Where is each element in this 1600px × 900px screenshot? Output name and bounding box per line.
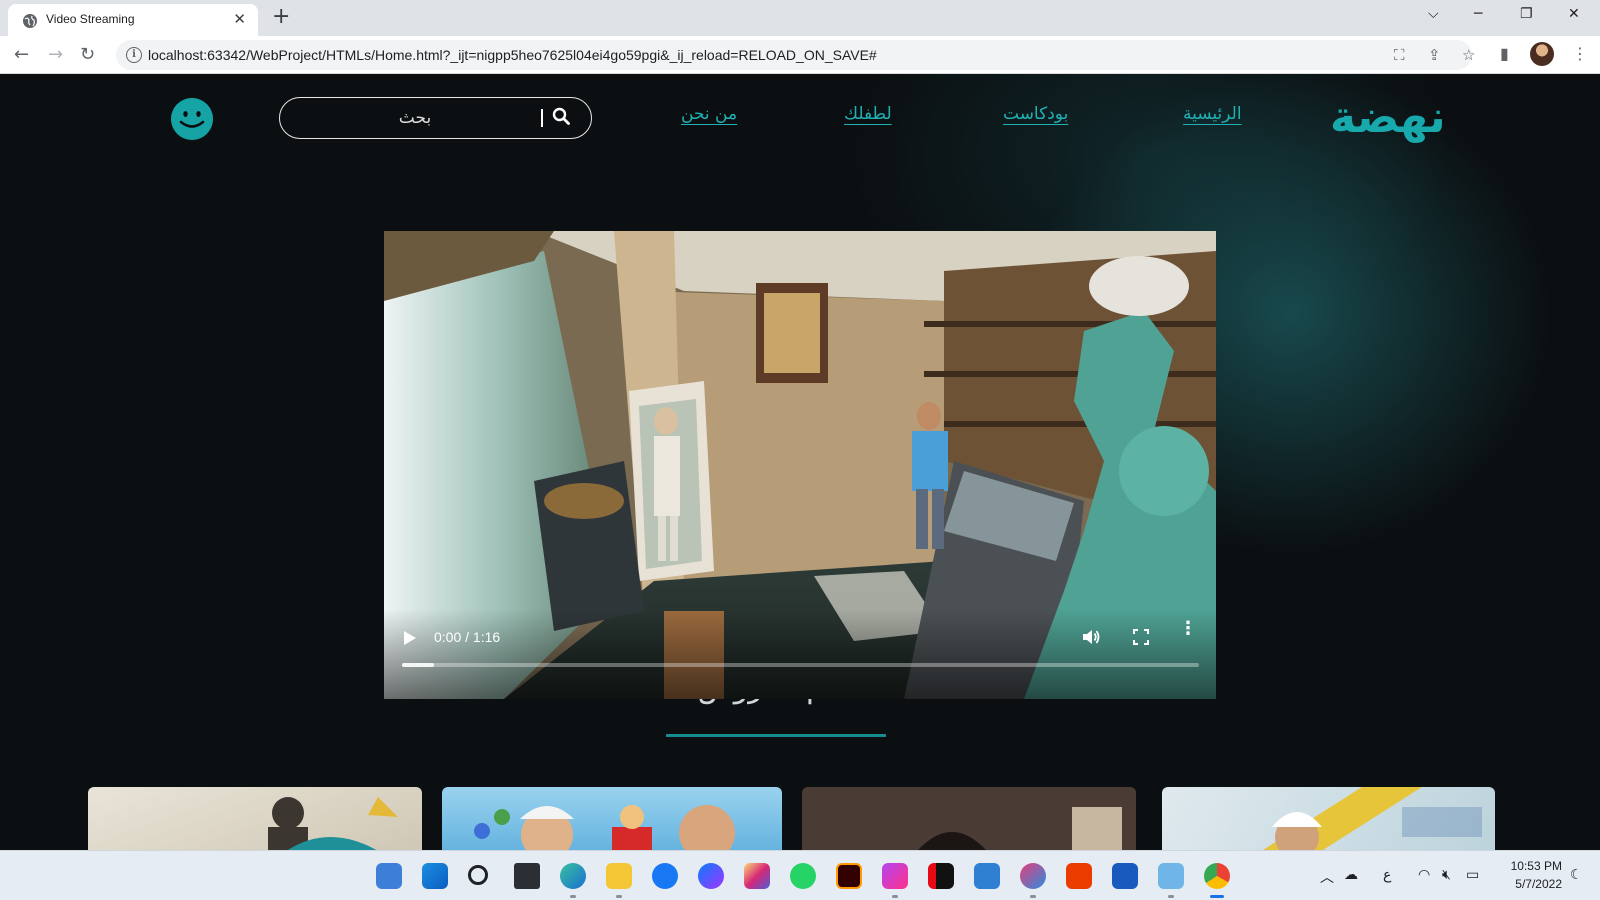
running-indicator [1210,895,1224,898]
search-input[interactable] [300,106,530,130]
bookmark-star-icon[interactable]: ☆ [1462,46,1475,64]
video-time: 0:00 / 1:16 [434,629,501,645]
netflix-icon[interactable] [928,863,954,889]
running-indicator [616,895,622,898]
search-icon[interactable] [468,865,488,885]
instagram-icon[interactable] [744,863,770,889]
show-card[interactable] [802,787,1136,850]
restore-button[interactable]: ❐ [1520,6,1533,22]
running-indicator [570,895,576,898]
whatsapp-icon[interactable] [790,863,816,889]
focus-assist-icon[interactable]: ☾ [1570,867,1583,883]
running-indicator [1168,895,1174,898]
nav-link-about-us[interactable]: من نحن [681,104,737,124]
chrome-icon[interactable] [1204,863,1230,889]
office-icon[interactable] [1066,863,1092,889]
globe-icon [23,14,37,28]
fullscreen-icon[interactable] [1132,628,1150,646]
file-explorer-icon[interactable] [606,863,632,889]
more-options-icon[interactable]: ⋮ [1179,620,1197,638]
new-tab-button[interactable]: + [272,4,290,29]
share-icon[interactable]: ⇪ [1428,46,1441,64]
running-indicator [1030,895,1036,898]
wifi-icon[interactable]: ◠ [1418,867,1430,883]
show-card[interactable] [1162,787,1495,850]
show-card-thumbnail [1263,787,1482,850]
windows-taskbar: ︿ ☁ ع ◠ 🔇︎ ▭ 10:53 PM 5/7/2022 ☾ [0,850,1600,900]
muted-volume-icon[interactable]: 🔇︎ [1442,867,1451,883]
keyboard-language[interactable]: ع [1383,867,1391,883]
tab-close-icon[interactable]: ✕ [233,10,246,28]
omnibox[interactable]: i localhost:63342/WebProject/HTMLs/Home.… [116,40,1475,70]
web-page: نهضة الرئيسية بودكاست لطفلك من نحن أهم ا… [0,74,1600,850]
close-window-button[interactable]: ✕ [1568,6,1580,22]
browser-menu-icon[interactable]: ⋮ [1572,44,1588,63]
search-divider [541,109,543,127]
forward-button[interactable]: → [48,44,63,65]
show-card[interactable] [442,787,782,850]
smiley-user-icon[interactable] [171,98,213,140]
nav-link-podcast[interactable]: بودكاست [1003,104,1068,124]
video-progress-bar[interactable] [402,663,1199,667]
search-box [279,97,592,139]
show-hidden-icons-icon[interactable]: ︿ [1320,867,1334,887]
nav-link-for-your-child[interactable]: لطفلك [844,104,892,124]
phpstorm-icon[interactable] [882,863,908,889]
clock-date[interactable]: 5/7/2022 [1506,877,1562,891]
show-card-thumbnail [268,797,398,850]
site-logo[interactable]: نهضة [1330,92,1446,143]
search-icon[interactable] [552,107,570,125]
tab-search-chevron-icon[interactable]: ⌵ [1428,6,1439,22]
minimize-button[interactable]: ─ [1474,6,1482,22]
profile-avatar[interactable] [1530,42,1554,66]
back-button[interactable]: ← [14,44,29,65]
tab-title: Video Streaming [46,12,135,26]
start-icon[interactable] [422,863,448,889]
site-info-icon[interactable]: i [126,47,142,63]
browser-tab-strip: Video Streaming ✕ + ⌵ ─ ❐ ✕ [0,0,1600,36]
notepad-icon[interactable] [1158,863,1184,889]
section-title-underline [666,734,886,737]
onedrive-icon[interactable]: ☁ [1344,867,1358,883]
show-card-thumbnail [802,787,1136,850]
nav-link-home[interactable]: الرئيسية [1183,104,1242,124]
video-player[interactable]: 0:00 / 1:16 ⋮ [384,231,1216,699]
edge-icon[interactable] [560,863,586,889]
battery-icon[interactable]: ▭ [1466,867,1479,883]
snipping-tool-icon[interactable] [1020,863,1046,889]
play-icon[interactable] [404,631,416,645]
show-card[interactable] [88,787,422,850]
facebook-icon[interactable] [652,863,678,889]
address-toolbar: ← → ↻ i localhost:63342/WebProject/HTMLs… [0,36,1600,74]
microsoft-store-icon[interactable] [974,863,1000,889]
messenger-icon[interactable] [698,863,724,889]
reload-button[interactable]: ↻ [80,44,95,65]
video-progress-fill [402,663,434,667]
widgets-icon[interactable] [376,863,402,889]
url-text[interactable]: localhost:63342/WebProject/HTMLs/Home.ht… [148,47,877,63]
word-icon[interactable] [1112,863,1138,889]
illustrator-icon[interactable] [836,863,862,889]
video-controls-overlay [384,609,1216,699]
show-card-thumbnail [474,805,735,850]
running-indicator [892,895,898,898]
browser-tab[interactable]: Video Streaming ✕ [8,4,258,36]
clock-time[interactable]: 10:53 PM [1506,859,1562,873]
task-view-icon[interactable] [514,863,540,889]
volume-icon[interactable] [1081,627,1101,647]
side-panel-icon[interactable]: ▮ [1500,44,1509,63]
translate-icon[interactable]: ⛶ [1394,46,1405,64]
